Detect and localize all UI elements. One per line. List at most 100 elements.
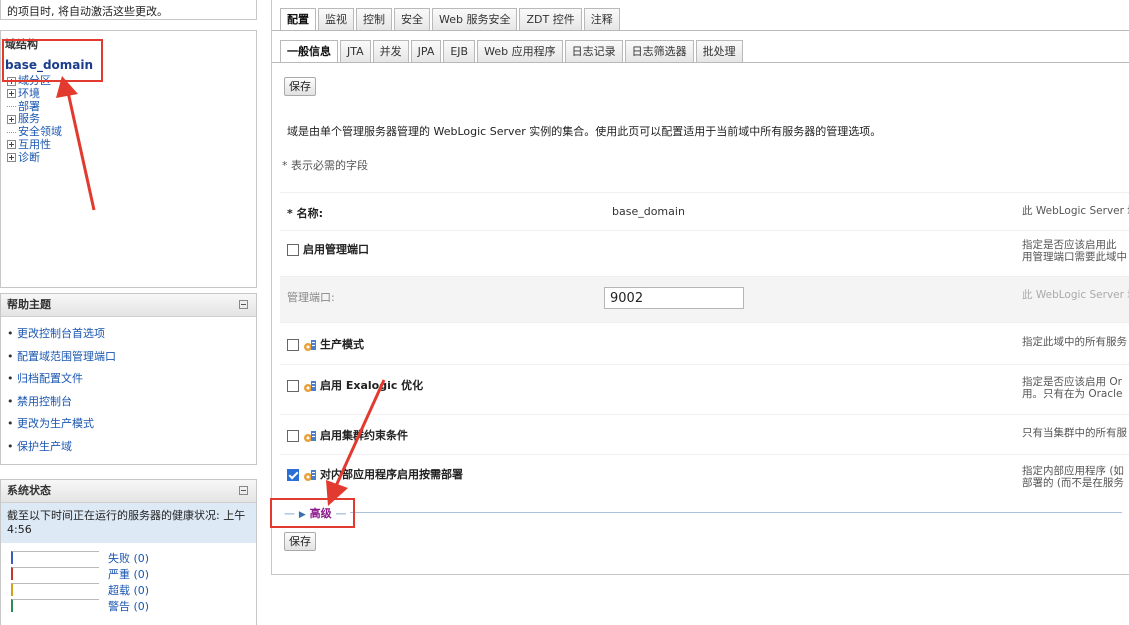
health-row-critical: 严重 (0) [1, 565, 256, 581]
expand-icon[interactable] [7, 89, 16, 99]
field-row-production-mode: 生产模式 指定此域中的所有服务 [280, 322, 1129, 365]
health-bar [11, 583, 99, 596]
tab-zdt-controls[interactable]: ZDT 控件 [519, 8, 582, 30]
collapse-icon[interactable] [239, 300, 248, 309]
subtab-logging[interactable]: 日志记录 [564, 40, 623, 62]
field-row-admin-port-enabled: 启用管理端口 指定是否应该启用此 用管理端口需要此域中 [280, 230, 1129, 277]
tree-connector [7, 106, 16, 108]
admin-port-help: 此 WebLogic Server 域 [1022, 289, 1129, 301]
domain-structure-title: 域结构 [5, 38, 38, 51]
health-bar [11, 599, 99, 612]
subtab-web-apps[interactable]: Web 应用程序 [477, 40, 563, 62]
field-row-on-demand-deploy: 对内部应用程序启用按需部署 指定内部应用程序 (如 部署的 (而不是在服务 [280, 454, 1129, 501]
health-list: 失败 (0) 严重 (0) 超载 (0) 警告 (0) [1, 543, 256, 613]
change-notice-text: 的项目时, 将自动激活这些更改。 [7, 5, 168, 18]
advanced-toggle[interactable]: — ▶ 高级 — [280, 505, 351, 521]
health-bar [11, 551, 99, 564]
subtab-jta[interactable]: JTA [340, 40, 371, 62]
subtab-general[interactable]: 一般信息 [280, 40, 338, 62]
tab-security[interactable]: 安全 [394, 8, 430, 30]
tab-notes[interactable]: 注释 [583, 8, 620, 30]
exalogic-help: 指定是否应该启用 Or 用。只有在为 Oracle [1022, 376, 1123, 400]
admin-port-enabled-checkbox[interactable] [287, 244, 299, 256]
on-demand-deploy-label: 对内部应用程序启用按需部署 [320, 468, 463, 481]
subtab-log-filters[interactable]: 日志筛选器 [624, 40, 694, 62]
domain-tree: 域分区 环境 部署 服务 安全领域 互用性 诊断 [7, 74, 62, 165]
required-note: * 表示必需的字段 [282, 159, 368, 172]
help-link[interactable]: 归档配置文件 [7, 370, 250, 393]
help-topics-title: 帮助主题 [7, 298, 51, 311]
name-label: * 名称: [287, 207, 323, 220]
collapse-icon[interactable] [239, 486, 248, 495]
admin-port-enabled-label: 启用管理端口 [303, 243, 369, 256]
on-demand-deploy-field: 对内部应用程序启用按需部署 [287, 466, 463, 482]
change-center-panel: 的项目时, 将自动激活这些更改。 [0, 0, 257, 20]
help-topics-header: 帮助主题 [1, 294, 256, 317]
dynamic-config-gear-icon [304, 380, 316, 392]
health-row-warning: 警告 (0) [1, 597, 256, 613]
health-link[interactable]: 失败 (0) [108, 550, 149, 566]
admin-port-input[interactable] [604, 287, 744, 309]
health-row-overloaded: 超载 (0) [1, 581, 256, 597]
health-link[interactable]: 严重 (0) [108, 566, 149, 582]
help-link[interactable]: 更改控制台首选项 [7, 325, 250, 348]
dynamic-config-gear-icon [304, 339, 316, 351]
advanced-divider-dash: — [284, 507, 299, 520]
tab-monitor[interactable]: 监视 [318, 8, 354, 30]
main-tabbar: 配置 监视 控制 安全 Web 服务安全 ZDT 控件 注释 [280, 8, 620, 30]
field-row-name: * 名称: base_domain 此 WebLogic Server 域 [280, 192, 1129, 231]
name-value: base_domain [612, 205, 685, 218]
field-row-cluster-constraints: 启用集群约束条件 只有当集群中的所有服 [280, 414, 1129, 455]
subtab-batch[interactable]: 批处理 [695, 40, 743, 62]
tab-web-service-security[interactable]: Web 服务安全 [432, 8, 518, 30]
expand-icon[interactable] [7, 114, 16, 124]
help-link[interactable]: 保护生产域 [7, 438, 250, 461]
save-button-top[interactable]: 保存 [284, 77, 316, 96]
health-link[interactable]: 超载 (0) [108, 582, 149, 598]
help-link[interactable]: 更改为生产模式 [7, 415, 250, 438]
cluster-constraints-help: 只有当集群中的所有服 [1022, 427, 1127, 439]
tree-item-diagnostics[interactable]: 诊断 [7, 151, 62, 165]
dynamic-config-gear-icon [304, 430, 316, 442]
system-status-title: 系统状态 [7, 484, 51, 497]
subtab-concurrency[interactable]: 并发 [372, 40, 409, 62]
sub-tabbar: 一般信息 JTA 并发 JPA EJB Web 应用程序 日志记录 日志筛选器 … [280, 40, 743, 62]
page-description: 域是由单个管理服务器管理的 WebLogic Server 实例的集合。使用此页… [287, 125, 882, 138]
field-row-admin-port: 管理端口: 此 WebLogic Server 域 [280, 276, 1129, 323]
subtab-ejb[interactable]: EJB [443, 40, 476, 62]
exalogic-checkbox[interactable] [287, 380, 299, 392]
expand-triangle-icon: ▶ [298, 510, 306, 520]
production-mode-checkbox[interactable] [287, 339, 299, 351]
tree-connector [7, 131, 16, 133]
subtab-jpa[interactable]: JPA [410, 40, 442, 62]
expand-icon[interactable] [7, 153, 16, 163]
admin-port-enabled-field: 启用管理端口 [287, 241, 369, 257]
tab-config[interactable]: 配置 [280, 8, 316, 30]
health-link[interactable]: 警告 (0) [108, 598, 149, 614]
field-row-exalogic: 启用 Exalogic 优化 指定是否应该启用 Or 用。只有在为 Oracle [280, 364, 1129, 415]
health-row-failed: 失败 (0) [1, 549, 256, 565]
help-topics-panel: 帮助主题 更改控制台首选项 配置域范围管理端口 归档配置文件 禁用控制台 更改为… [0, 293, 257, 465]
advanced-section-divider [280, 512, 1122, 513]
expand-icon[interactable] [7, 140, 16, 150]
help-topics-list: 更改控制台首选项 配置域范围管理端口 归档配置文件 禁用控制台 更改为生产模式 … [1, 317, 256, 469]
production-mode-field: 生产模式 [287, 336, 364, 352]
help-link[interactable]: 配置域范围管理端口 [7, 348, 250, 371]
system-status-header: 系统状态 [1, 480, 256, 503]
system-status-panel: 系统状态 截至以下时间正在运行的服务器的健康状况: 上午4:56 失败 (0) … [0, 479, 257, 625]
on-demand-deploy-help: 指定内部应用程序 (如 部署的 (而不是在服务 [1022, 465, 1124, 489]
admin-port-label: 管理端口: [287, 291, 335, 304]
on-demand-deploy-checkbox[interactable] [287, 469, 299, 481]
exalogic-label: 启用 Exalogic 优化 [320, 379, 424, 392]
cluster-constraints-checkbox[interactable] [287, 430, 299, 442]
save-button-bottom[interactable]: 保存 [284, 532, 316, 551]
help-link[interactable]: 禁用控制台 [7, 393, 250, 416]
tree-root-base-domain[interactable]: base_domain [5, 58, 93, 72]
expand-icon[interactable] [7, 76, 16, 86]
domain-structure-panel: 域结构 base_domain 域分区 环境 部署 服务 安全领域 互用性 诊断 [0, 30, 257, 288]
tab-control[interactable]: 控制 [356, 8, 392, 30]
subtab-divider [272, 62, 1129, 63]
system-status-description: 截至以下时间正在运行的服务器的健康状况: 上午4:56 [1, 503, 256, 543]
health-bar [11, 567, 99, 580]
exalogic-field: 启用 Exalogic 优化 [287, 377, 423, 393]
